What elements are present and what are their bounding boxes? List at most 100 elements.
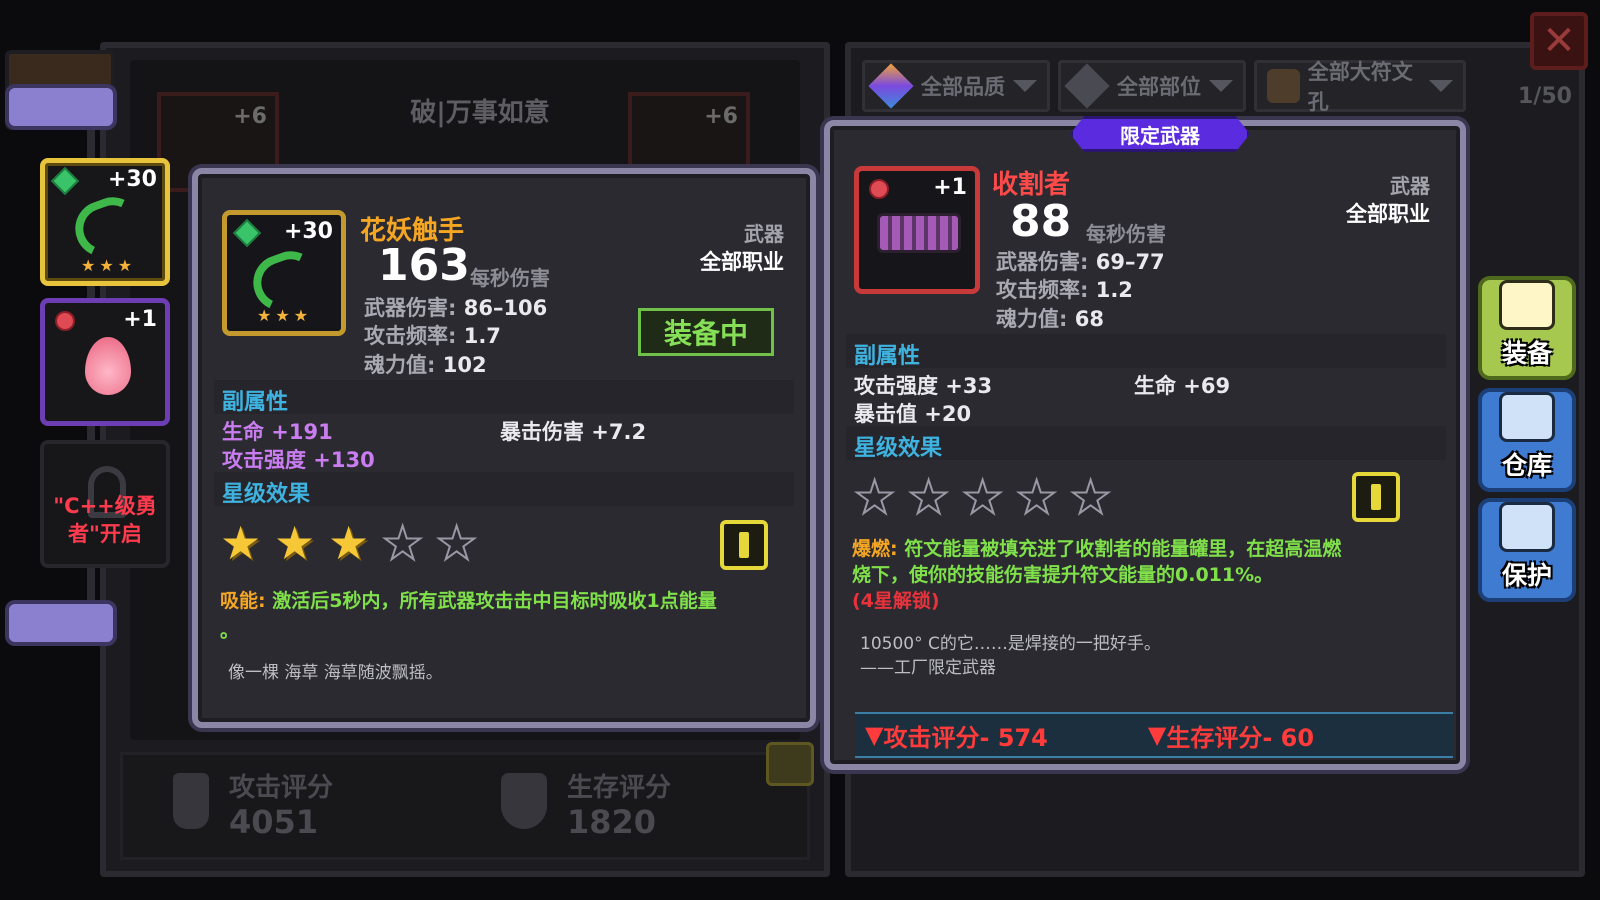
warehouse-icon: [1499, 392, 1555, 442]
lock-icon: [1499, 502, 1555, 552]
button-label: 装备: [1501, 339, 1552, 368]
star-effect-text: 爆燃: 符文能量被填充进了收割者的能量罐里，在超高温燃 烧下，使你的技能伤害提升符…: [852, 538, 1342, 612]
slot-plus-label: +6: [233, 104, 267, 129]
star-empty-icon: ★: [1015, 470, 1058, 524]
equipped-item-card: +30 ★★★ 花妖触手 163 每秒伤害 武器伤害: 86–106 攻击频率:…: [192, 168, 816, 728]
soul-stat: 魂力值: 102: [364, 353, 487, 377]
filter-label: 全部品质: [921, 75, 1005, 99]
star-empty-icon: ★: [1069, 470, 1112, 524]
survive-rating-diff: 生存评分- 60: [1166, 723, 1315, 752]
inventory-count: 1/50: [1518, 84, 1572, 109]
score-panel: 攻击评分 4051 生存评分 1820: [120, 752, 810, 860]
star-filled-icon: ★: [328, 516, 370, 570]
equip-button[interactable]: 装备: [1478, 276, 1576, 380]
star-empty-icon: ★: [381, 516, 424, 570]
star-filled-icon: ★: [274, 516, 316, 570]
rate-stat: 攻击频率: 1.7: [364, 324, 501, 348]
sidebar-item-locked: "C++级勇 者"开启: [40, 440, 170, 568]
star-rating: ★ ★ ★ ★ ★: [220, 516, 520, 570]
quality-gem-icon: [50, 166, 80, 196]
scroll-up-button[interactable]: [5, 84, 117, 130]
quality-gem-icon: [232, 218, 262, 248]
item-level: +1: [123, 307, 157, 332]
item-type: 武器: [744, 222, 784, 246]
rate-stat: 攻击频率: 1.2: [996, 278, 1133, 302]
filter-label: 全部部位: [1117, 75, 1201, 99]
button-label: 仓库: [1501, 451, 1552, 480]
rune-icon: [1267, 69, 1300, 103]
protect-button[interactable]: 保护: [1478, 498, 1576, 602]
info-icon[interactable]: [766, 742, 814, 786]
sub-attr-label: 副属性: [222, 390, 289, 415]
scroll-down-button[interactable]: [5, 600, 117, 646]
sub-attr-crit: 暴击值 +20: [854, 402, 972, 426]
compare-item-card: +1 收割者 88 每秒伤害 武器伤害: 69–77 攻击频率: 1.2 魂力值…: [824, 120, 1466, 770]
flavor-text: 10500° C的它……是焊接的一把好手。 ——工厂限定武器: [860, 634, 1161, 678]
star-empty-icon: ★: [853, 470, 896, 524]
rune-filter[interactable]: 全部大符文孔: [1254, 60, 1466, 114]
equipped-badge: 装备中: [638, 308, 774, 356]
item-level: +1: [933, 175, 967, 200]
down-arrow-icon: ▼: [1147, 721, 1167, 749]
survive-score-value: 1820: [567, 803, 657, 841]
set-title: 破|万事如意: [410, 98, 550, 128]
flavor-text: 像一棵 海草 海草随波飘摇。: [228, 663, 443, 683]
item-dps: 163: [378, 240, 470, 291]
down-arrow-icon: ▼: [865, 721, 884, 749]
close-button[interactable]: ✕: [1530, 12, 1588, 70]
item-stars: ★★★: [81, 256, 137, 275]
sidebar-item-flame[interactable]: +1: [40, 298, 170, 426]
gem-icon: [868, 63, 914, 109]
slot-plus-label: +6: [704, 104, 738, 129]
item-class: 全部职业: [700, 250, 784, 274]
gem-icon: [1064, 63, 1110, 109]
section-bar: [214, 380, 794, 414]
star-empty-icon: ★: [435, 516, 478, 570]
unlock-requirement: "C++级勇 者"开启: [53, 494, 157, 546]
star-filled-icon: ★: [220, 516, 262, 570]
item-dps: 88: [1010, 196, 1072, 247]
dps-label: 每秒伤害: [1086, 222, 1166, 246]
sub-attr-label: 副属性: [854, 344, 921, 369]
star-effect-text: 吸能: 激活后5秒内，所有武器攻击击中目标时吸收1点能量。: [220, 590, 717, 642]
item-level: +30: [107, 167, 157, 192]
close-icon: ✕: [1542, 18, 1576, 64]
item-type: 武器: [1390, 174, 1430, 198]
attack-score-value: 4051: [229, 803, 319, 841]
star-effect-label: 星级效果: [222, 482, 311, 507]
item-class: 全部职业: [1346, 202, 1430, 226]
sub-attr-atk: 攻击强度 +33: [854, 374, 993, 398]
button-label: 保护: [1501, 561, 1552, 590]
quality-gem-icon: [869, 179, 889, 199]
quality-gem-icon: [55, 311, 75, 331]
star-effect-label: 星级效果: [854, 436, 943, 461]
attack-rating-diff: 攻击评分- 574: [883, 723, 1048, 752]
warehouse-button[interactable]: 仓库: [1478, 388, 1576, 492]
shield-icon: [501, 773, 547, 829]
sub-attr-hp: 生命 +69: [1134, 374, 1231, 398]
sub-attr-crit-dmg: 暴击伤害 +7.2: [500, 420, 647, 444]
rating-diff-bar: ▼ 攻击评分- 574 ▼ 生存评分- 60: [855, 712, 1453, 758]
quality-filter[interactable]: 全部品质: [862, 60, 1050, 112]
damage-stat: 武器伤害: 86–106: [364, 296, 548, 320]
caret-down-icon: [1013, 80, 1037, 92]
item-icon-frame: +30 ★★★: [222, 210, 346, 336]
star-empty-icon: ★: [907, 470, 950, 524]
filter-label: 全部大符文孔: [1307, 60, 1413, 114]
info-icon[interactable]: [720, 520, 768, 570]
caret-down-icon: [1429, 80, 1453, 92]
sub-attr-atk: 攻击强度 +130: [222, 448, 375, 472]
damage-stat: 武器伤害: 69–77: [996, 250, 1165, 274]
survive-score-label: 生存评分: [567, 773, 672, 803]
dps-label: 每秒伤害: [470, 266, 550, 290]
sword-icon: [173, 773, 209, 829]
shirt-icon: [1499, 280, 1555, 330]
star-rating: ★ ★ ★ ★ ★: [853, 470, 1154, 524]
sidebar-item-tentacle[interactable]: +30 ★★★: [40, 158, 170, 286]
info-icon[interactable]: [1352, 472, 1400, 522]
item-level: +30: [283, 219, 333, 244]
item-stars: ★★★: [257, 306, 313, 325]
slot-filter[interactable]: 全部部位: [1058, 60, 1246, 112]
reaper-icon: [877, 213, 961, 253]
item-icon-frame: +1: [854, 166, 980, 294]
